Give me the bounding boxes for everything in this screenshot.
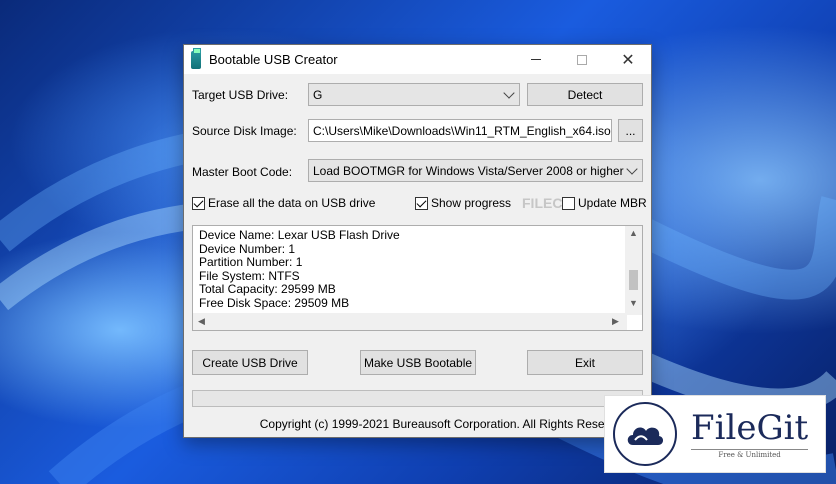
- erase-data-label: Erase all the data on USB drive: [208, 196, 376, 210]
- maximize-button: [559, 45, 605, 74]
- maximize-icon: [577, 54, 587, 65]
- scroll-up-icon[interactable]: ▲: [629, 228, 638, 238]
- exit-button[interactable]: Exit: [527, 350, 643, 375]
- info-line: Total Capacity: 29599 MB: [199, 282, 336, 296]
- horizontal-scrollbar[interactable]: ◀ ▶: [193, 313, 627, 330]
- minimize-icon: [531, 59, 541, 60]
- target-drive-value: G: [313, 87, 323, 102]
- copyright-text: Copyright (c) 1999-2021 Bureausoft Corpo…: [259, 417, 632, 431]
- minimize-button[interactable]: [513, 45, 559, 74]
- title-bar[interactable]: Bootable USB Creator ✕: [184, 45, 651, 74]
- close-icon: ✕: [621, 51, 635, 69]
- scroll-down-icon[interactable]: ▼: [629, 298, 638, 308]
- usb-app-icon: [191, 47, 201, 69]
- target-drive-label: Target USB Drive:: [192, 88, 289, 102]
- create-usb-drive-button[interactable]: Create USB Drive: [192, 350, 308, 375]
- chevron-down-icon: [503, 86, 515, 99]
- boot-code-value: Load BOOTMGR for Windows Vista/Server 20…: [313, 163, 624, 178]
- show-progress-label: Show progress: [431, 196, 512, 210]
- source-image-label: Source Disk Image:: [192, 124, 297, 138]
- show-progress-checkbox[interactable]: Show progress: [415, 196, 511, 210]
- cloud-logo-icon: [613, 402, 677, 466]
- scroll-left-icon[interactable]: ◀: [198, 316, 205, 327]
- close-button[interactable]: ✕: [605, 45, 651, 74]
- update-mbr-checkbox[interactable]: Update MBR: [562, 196, 647, 210]
- info-line: File System: NTFS: [199, 268, 300, 283]
- window-title: Bootable USB Creator: [209, 52, 338, 67]
- source-image-value: C:\Users\Mike\Downloads\Win11_RTM_Englis…: [313, 123, 611, 138]
- scroll-right-icon[interactable]: ▶: [612, 316, 619, 327]
- info-line: Partition Number: 1: [199, 255, 303, 269]
- erase-data-checkmark: [192, 196, 205, 210]
- info-line: Free Disk Space: 29509 MB: [199, 295, 350, 310]
- source-image-field[interactable]: C:\Users\Mike\Downloads\Win11_RTM_Englis…: [308, 119, 612, 142]
- browse-button[interactable]: ...: [618, 119, 643, 142]
- bootable-usb-creator-window: Bootable USB Creator ✕ Target USB Drive:…: [183, 44, 652, 438]
- show-progress-checkmark: [415, 196, 428, 210]
- target-drive-select[interactable]: G: [308, 83, 520, 106]
- info-line: Device Name: Lexar USB Flash Drive: [199, 228, 400, 242]
- progress-bar: [192, 390, 643, 407]
- filegit-badge: FileGit Free & Unlimited: [604, 395, 826, 473]
- detect-button[interactable]: Detect: [527, 83, 643, 106]
- badge-tagline: Free & Unlimited: [691, 449, 809, 459]
- boot-code-label: Master Boot Code:: [192, 165, 293, 179]
- badge-name: FileGit: [691, 408, 809, 448]
- vertical-scroll-thumb[interactable]: [629, 270, 638, 290]
- make-usb-bootable-button[interactable]: Make USB Bootable: [360, 350, 476, 375]
- chevron-down-icon: [626, 162, 638, 175]
- info-line: Device Number: 1: [199, 241, 296, 256]
- device-info-box[interactable]: Device Name: Lexar USB Flash Drive Devic…: [192, 225, 643, 331]
- vertical-scrollbar[interactable]: ▲ ▼: [625, 226, 642, 315]
- update-mbr-checkmark: [562, 196, 575, 210]
- erase-data-checkbox[interactable]: Erase all the data on USB drive: [192, 196, 375, 210]
- update-mbr-label: Update MBR: [578, 196, 647, 210]
- boot-code-select[interactable]: Load BOOTMGR for Windows Vista/Server 20…: [308, 159, 643, 182]
